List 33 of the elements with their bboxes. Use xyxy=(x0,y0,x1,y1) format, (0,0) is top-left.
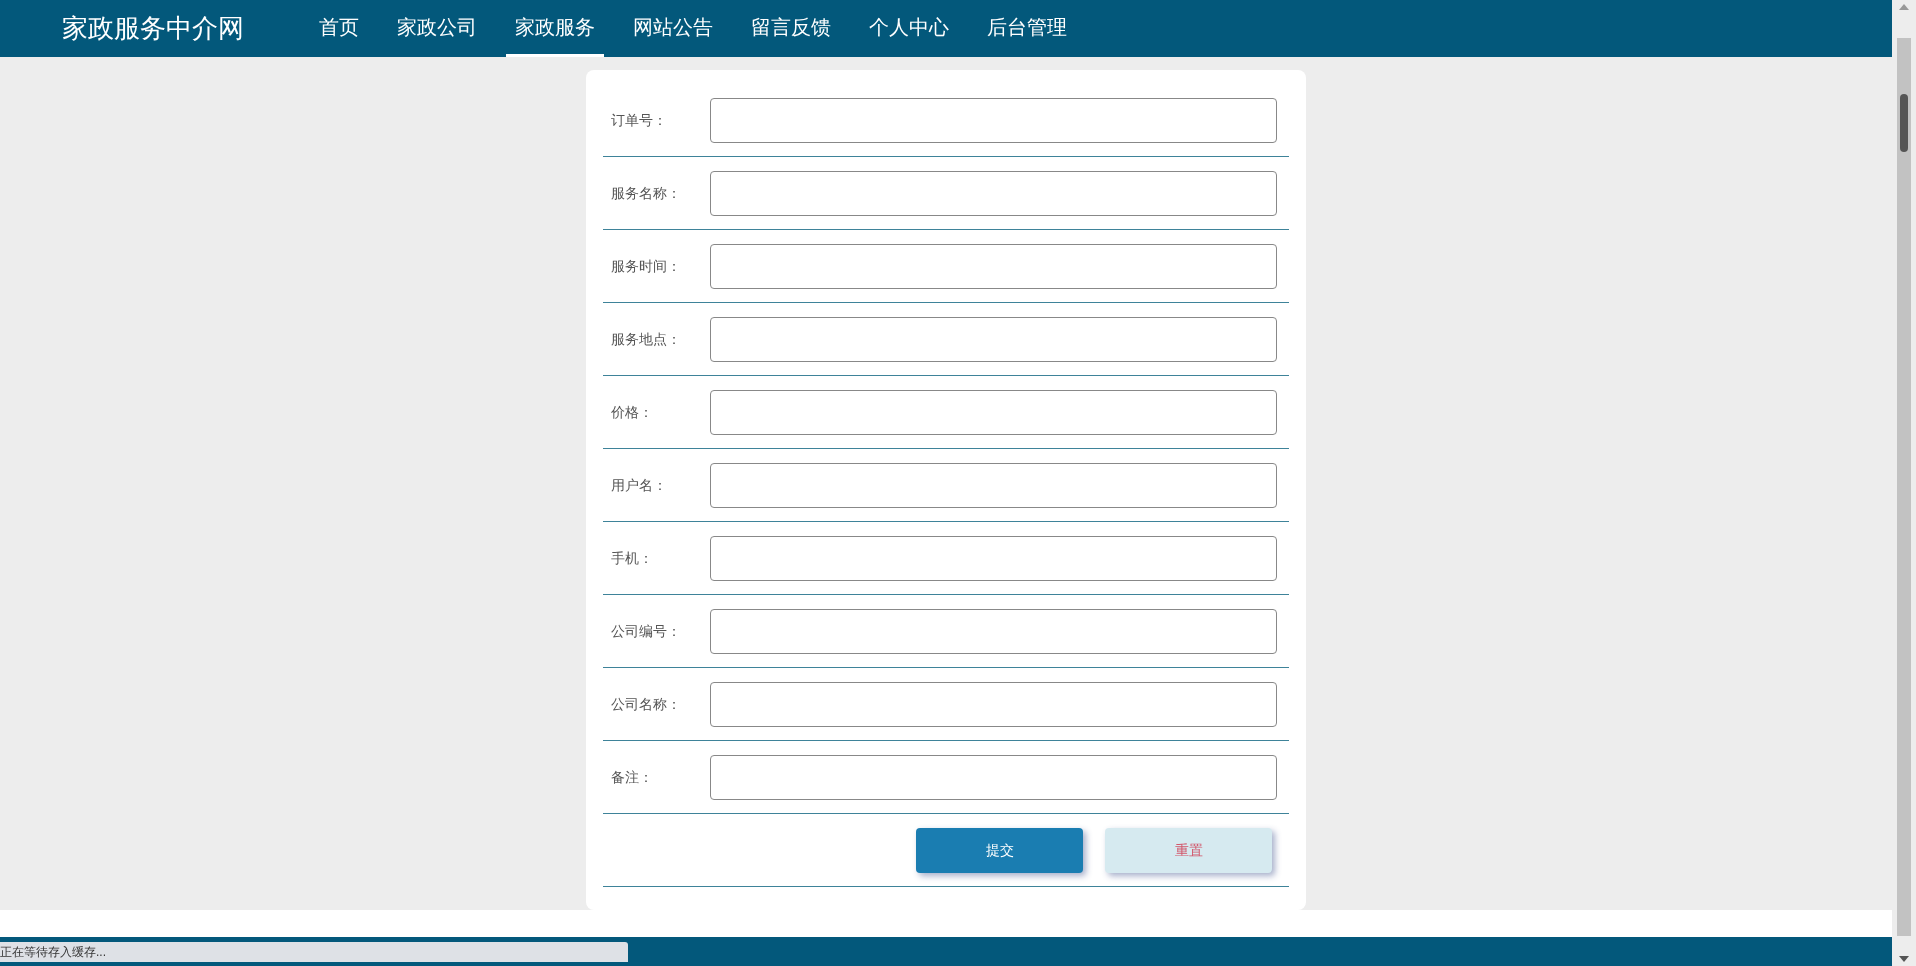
field-label: 订单号： xyxy=(610,110,668,130)
field-label: 服务时间： xyxy=(610,256,682,276)
scroll-thumb[interactable] xyxy=(1900,94,1908,152)
nav-link[interactable]: 首页 xyxy=(310,0,368,57)
nav-link[interactable]: 后台管理 xyxy=(978,0,1076,57)
field-label: 服务名称： xyxy=(610,183,682,203)
field-label: 备注： xyxy=(610,767,654,787)
field-label: 价格： xyxy=(610,402,654,422)
input-field[interactable] xyxy=(710,535,1277,581)
scroll-up-icon[interactable] xyxy=(1899,4,1909,10)
input-field[interactable] xyxy=(710,462,1277,508)
nav-link[interactable]: 家政服务 xyxy=(506,0,604,57)
input-field[interactable] xyxy=(710,681,1277,727)
nav-link[interactable]: 留言反馈 xyxy=(742,0,840,57)
field-label: 服务地点： xyxy=(610,329,682,349)
input-field[interactable] xyxy=(710,243,1277,289)
input-field[interactable] xyxy=(710,170,1277,216)
field-label: 公司名称： xyxy=(610,694,682,714)
site-title: 家政服务中介网 xyxy=(62,12,244,45)
field-label: 公司编号： xyxy=(610,621,682,641)
nav-link[interactable]: 个人中心 xyxy=(860,0,958,57)
field-label: 用户名： xyxy=(610,475,668,495)
field-label: 手机： xyxy=(610,548,654,568)
nav-link[interactable]: 网站公告 xyxy=(624,0,722,57)
input-field[interactable] xyxy=(710,754,1277,800)
nav-link[interactable]: 家政公司 xyxy=(388,0,486,57)
input-field[interactable] xyxy=(710,316,1277,362)
input-field[interactable] xyxy=(710,389,1277,435)
input-field[interactable] xyxy=(710,608,1277,654)
status-text: 正在等待存入缓存... xyxy=(0,942,628,962)
submit-button[interactable]: 提交 xyxy=(916,827,1083,873)
scroll-down-icon[interactable] xyxy=(1899,956,1909,962)
input-field[interactable] xyxy=(710,97,1277,143)
